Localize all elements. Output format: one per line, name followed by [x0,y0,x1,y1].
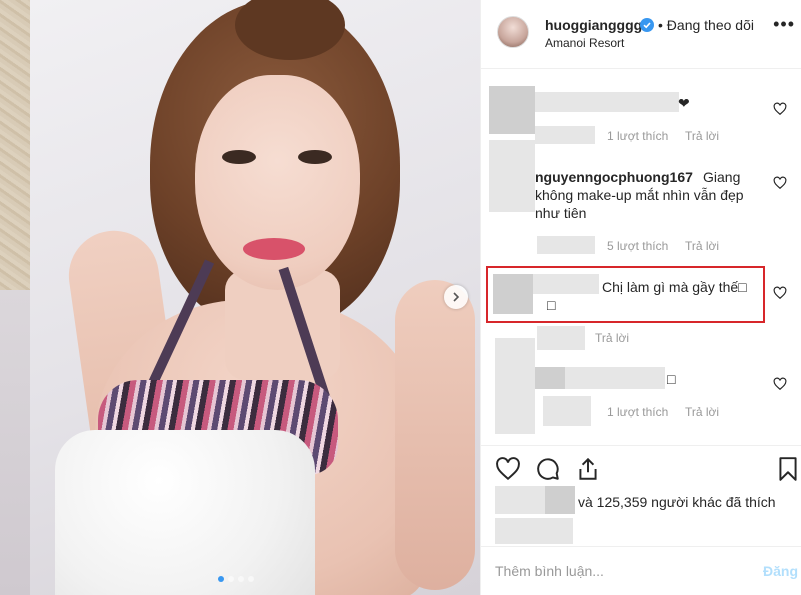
carousel-dot [238,576,244,582]
chevron-right-icon [453,292,460,302]
carousel-dot [228,576,234,582]
username[interactable]: huoggiangggg [545,17,642,33]
timestamp-blurred [537,326,585,350]
location-link[interactable]: Amanoi Resort [545,36,624,50]
comment-likes[interactable]: 5 lượt thích [607,239,668,253]
comment-username[interactable]: nguyenngocphuong167 [535,168,693,186]
timestamp-blurred [537,236,595,254]
post-photo[interactable] [0,0,480,595]
heart-icon[interactable] [773,377,787,391]
avatar-blurred[interactable] [495,338,535,434]
left-eye [222,150,256,164]
carousel-dot-active [218,576,224,582]
likes-count[interactable]: và 125,359 người khác đã thích [578,494,776,510]
add-comment-bar: Thêm bình luận... Đăng [481,546,801,595]
action-bar: và 125,359 người khác đã thích [481,445,801,545]
follow-status[interactable]: • Đang theo dõi [658,17,754,33]
avatar-blurred[interactable] [489,140,535,212]
verified-icon [640,18,654,32]
username-blurred[interactable] [535,92,679,112]
comment-icon[interactable] [535,456,561,482]
comment-text: □ [547,297,556,313]
comment-likes[interactable]: 1 lượt thích [607,129,668,143]
next-photo-button[interactable] [444,285,468,309]
comment-likes[interactable]: 1 lượt thích [607,405,668,419]
reply-button[interactable]: Trả lời [685,129,719,143]
comment-text: ❤ [678,95,690,111]
liker-name-blurred[interactable] [545,486,575,514]
bookmark-icon[interactable] [775,456,801,482]
avatar[interactable] [497,16,529,48]
timestamp-blurred [535,126,595,144]
username-blurred[interactable] [535,367,565,389]
username-blurred[interactable] [565,367,665,389]
carousel-dots [218,576,254,582]
comment-text: như tiên [535,205,587,221]
heart-icon[interactable] [495,456,521,482]
reply-button[interactable]: Trả lời [685,239,719,253]
carousel-dot [248,576,254,582]
comment-text: không make-up mắt nhìn vẫn đẹp [535,187,744,203]
comment-input[interactable]: Thêm bình luận... [495,563,604,579]
heart-icon[interactable] [773,176,787,190]
heart-icon[interactable] [773,102,787,116]
more-options-icon[interactable]: ••• [773,14,795,35]
avatar-blurred[interactable] [493,274,533,314]
timestamp-blurred [543,396,591,426]
share-icon[interactable] [575,456,601,482]
reply-button[interactable]: Trả lời [685,405,719,419]
comment-text: Giang [703,169,741,185]
avatar-blurred[interactable] [489,86,535,134]
liker-avatar-blurred[interactable] [495,486,545,514]
towel [55,430,315,595]
comment-text: Chị làm gì mà gầy thế□ [602,279,747,295]
comments-list: ❤ 1 lượt thích Trả lời nguyenngocphuong1… [481,70,801,445]
lips [243,238,305,260]
post-date-blurred [495,518,573,544]
comment-text: □ [667,371,676,387]
post-side-panel: huoggiangggg • Đang theo dõi Amanoi Reso… [480,0,801,595]
post-header: huoggiangggg • Đang theo dõi Amanoi Reso… [481,0,801,69]
reply-button[interactable]: Trả lời [595,331,629,345]
right-arm [395,280,475,590]
username-blurred[interactable] [533,274,599,294]
post-comment-button[interactable]: Đăng [763,563,798,579]
right-eye [298,150,332,164]
heart-icon[interactable] [773,286,787,300]
